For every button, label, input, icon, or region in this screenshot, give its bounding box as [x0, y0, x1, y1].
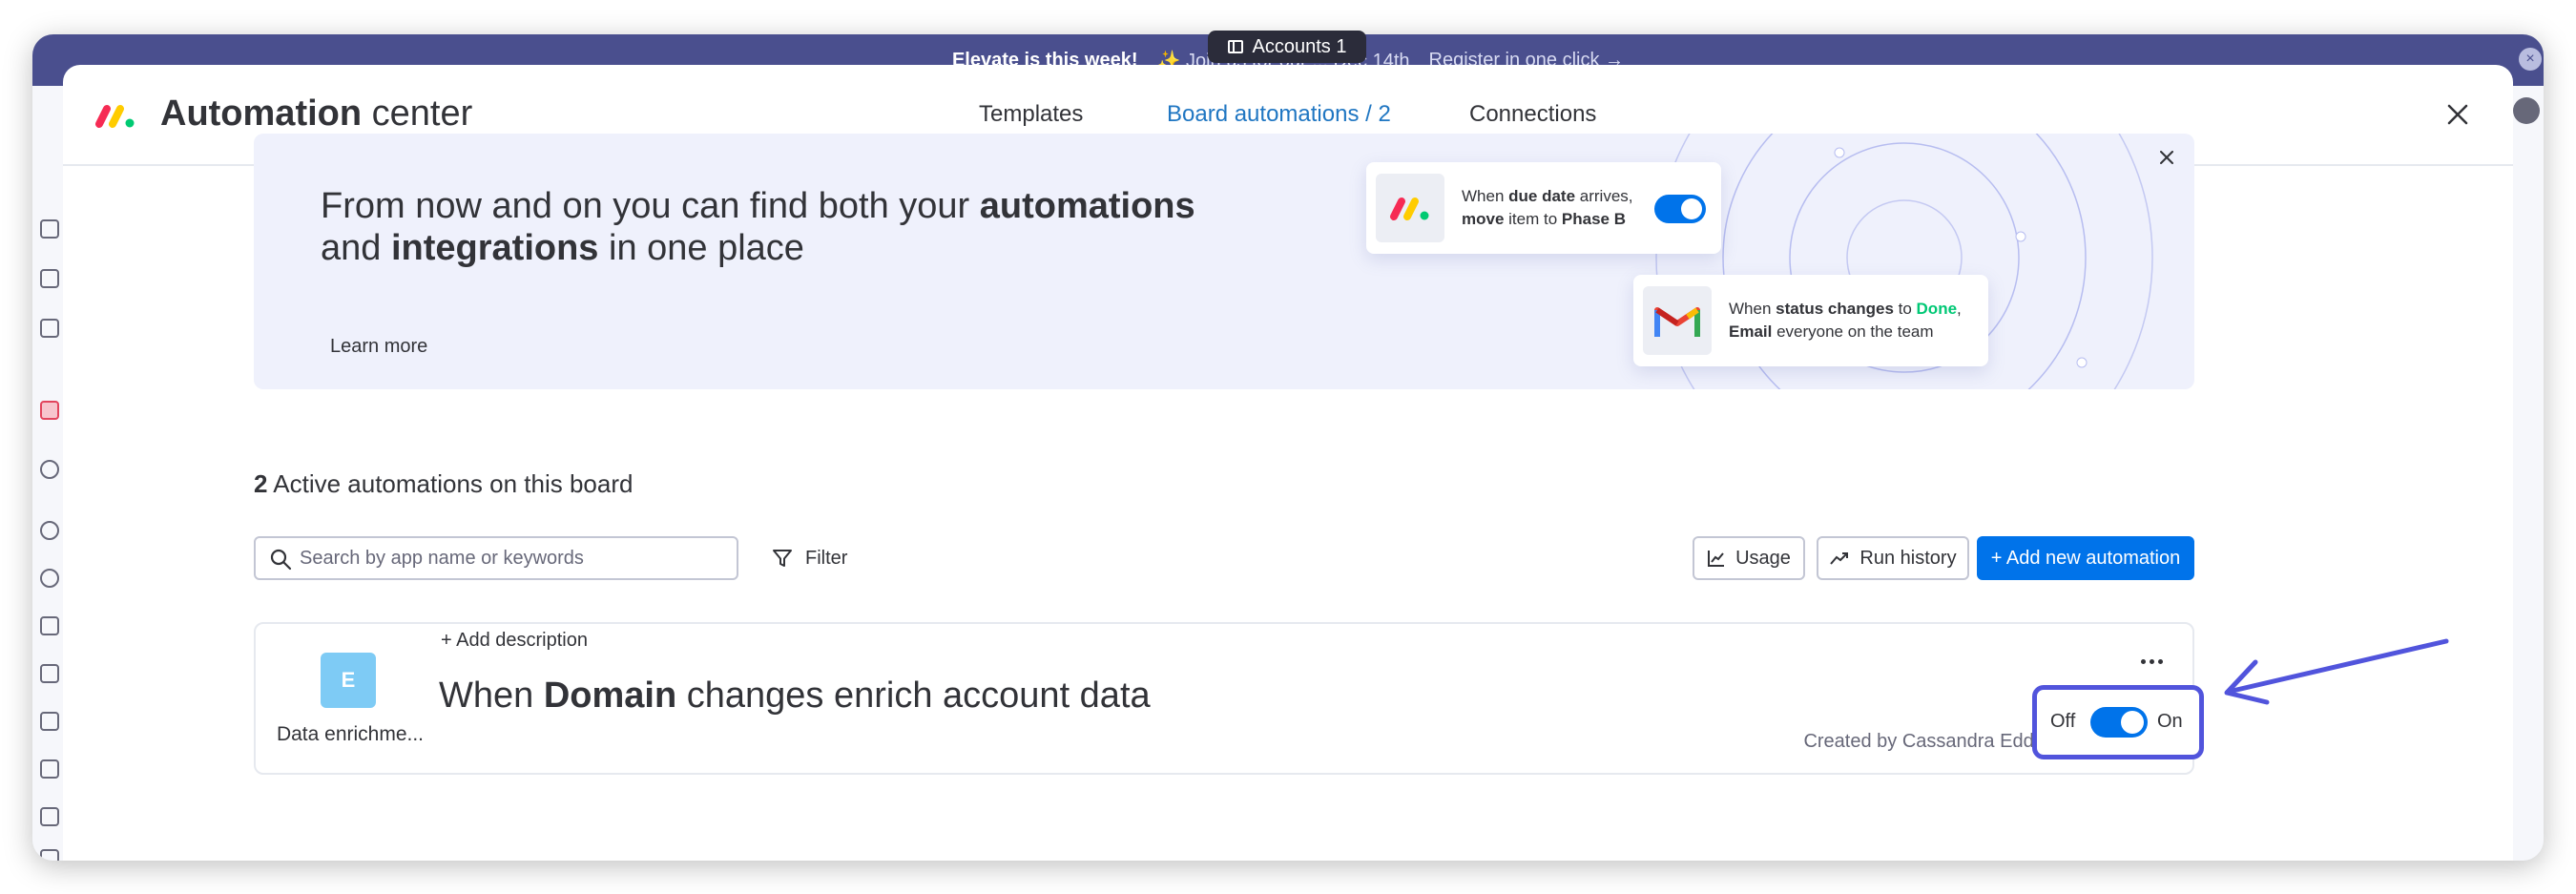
- my-work-icon[interactable]: [40, 269, 59, 288]
- run-history-label: Run history: [1859, 547, 1957, 569]
- promo-line1-bold: automations: [979, 186, 1195, 226]
- sidebar-toggle-icon: [1227, 40, 1243, 53]
- banner-close-icon[interactable]: ×: [2519, 48, 2542, 71]
- close-modal-button[interactable]: [2439, 95, 2477, 134]
- promo-banner: From now and on you can find both your a…: [254, 134, 2194, 389]
- building-icon[interactable]: [40, 664, 59, 683]
- title-rest: center: [371, 94, 473, 134]
- filter-button[interactable]: Filter: [771, 538, 847, 578]
- automation-card[interactable]: E Data enrichme... + Add description Whe…: [254, 622, 2194, 775]
- search-input[interactable]: [300, 538, 729, 578]
- close-icon: [2447, 104, 2468, 125]
- dot: [2140, 658, 2146, 664]
- annotation-arrow-icon: [2224, 638, 2449, 705]
- background-board-edge: [2511, 86, 2544, 861]
- filter-label: Filter: [805, 547, 848, 569]
- sentence-post: changes enrich account data: [676, 676, 1151, 716]
- usage-label: Usage: [1735, 547, 1791, 569]
- list-icon[interactable]: [40, 712, 59, 731]
- example-integration-text: When status changes to Done, Email every…: [1729, 300, 1962, 341]
- heading-text: Active automations on this board: [267, 469, 634, 498]
- left-sidebar: [32, 86, 63, 861]
- automation-toggle-switch[interactable]: [2090, 707, 2148, 738]
- sentence-field: Domain: [543, 676, 677, 716]
- accounts-tab-label: Accounts 1: [1252, 35, 1347, 57]
- more-options-button[interactable]: [2135, 645, 2168, 677]
- active-automations-heading: 2 Active automations on this board: [254, 469, 633, 499]
- tab-connections[interactable]: Connections: [1469, 101, 1596, 128]
- toggle-knob: [2121, 711, 2144, 734]
- learn-more-link[interactable]: Learn more: [330, 336, 427, 358]
- example-toggle: [1654, 195, 1706, 223]
- title-strong: Automation: [160, 94, 363, 134]
- panel-icon[interactable]: [40, 849, 59, 861]
- sentence-pre: When: [439, 676, 544, 716]
- send-icon[interactable]: [40, 319, 59, 338]
- filter-icon: [773, 550, 792, 567]
- trend-icon: [1830, 552, 1849, 565]
- toggle-on-label: On: [2157, 711, 2183, 732]
- search-nav-icon[interactable]: [40, 460, 59, 479]
- monday-logo-icon: [95, 105, 135, 128]
- run-history-button[interactable]: Run history: [1817, 536, 1969, 580]
- promo-line2-text: and: [321, 228, 391, 268]
- promo-line2-bold: integrations: [390, 228, 599, 268]
- promo-line2-end: in one place: [598, 228, 804, 268]
- favorites-icon[interactable]: [40, 401, 59, 420]
- search-icon: [270, 549, 292, 571]
- tab-templates[interactable]: Templates: [979, 101, 1083, 128]
- promo-line1-text: From now and on you can find both your: [321, 186, 980, 226]
- example-integration-card: When status changes to Done, Email every…: [1633, 275, 1988, 366]
- toggle-off-label: Off: [2050, 711, 2076, 732]
- dot: [2149, 658, 2154, 664]
- toggle-highlight-box: Off On: [2032, 685, 2204, 759]
- promo-headline: From now and on you can find both your a…: [321, 185, 1275, 269]
- search-box[interactable]: [254, 536, 738, 580]
- gmail-icon: [1643, 286, 1712, 355]
- app-badge: E: [321, 653, 376, 708]
- usage-button[interactable]: Usage: [1693, 536, 1805, 580]
- add-new-automation-button[interactable]: + Add new automation: [1977, 536, 2194, 580]
- people-icon[interactable]: [40, 616, 59, 635]
- home-icon[interactable]: [40, 219, 59, 239]
- document-icon[interactable]: [40, 807, 59, 826]
- usage-chart-icon: [1708, 551, 1725, 567]
- avatar[interactable]: [2513, 97, 2540, 124]
- dot: [2157, 658, 2163, 664]
- monday-logo-icon: [1376, 174, 1444, 242]
- chart-icon[interactable]: [40, 759, 59, 779]
- settings-icon[interactable]: [40, 569, 59, 588]
- automation-sentence[interactable]: When Domain changes enrich account data: [439, 676, 1151, 717]
- page-title: Automation center: [160, 94, 472, 135]
- accounts-tab-pill[interactable]: Accounts 1: [1208, 31, 1366, 63]
- tab-board-automations[interactable]: Board automations / 2: [1167, 101, 1391, 128]
- add-description-link[interactable]: + Add description: [441, 630, 588, 652]
- billing-icon[interactable]: [40, 521, 59, 540]
- example-automation-card: When due date arrives, move item to Phas…: [1366, 162, 1721, 254]
- automation-count: 2: [254, 469, 268, 498]
- app-name: Data enrichme...: [276, 723, 425, 745]
